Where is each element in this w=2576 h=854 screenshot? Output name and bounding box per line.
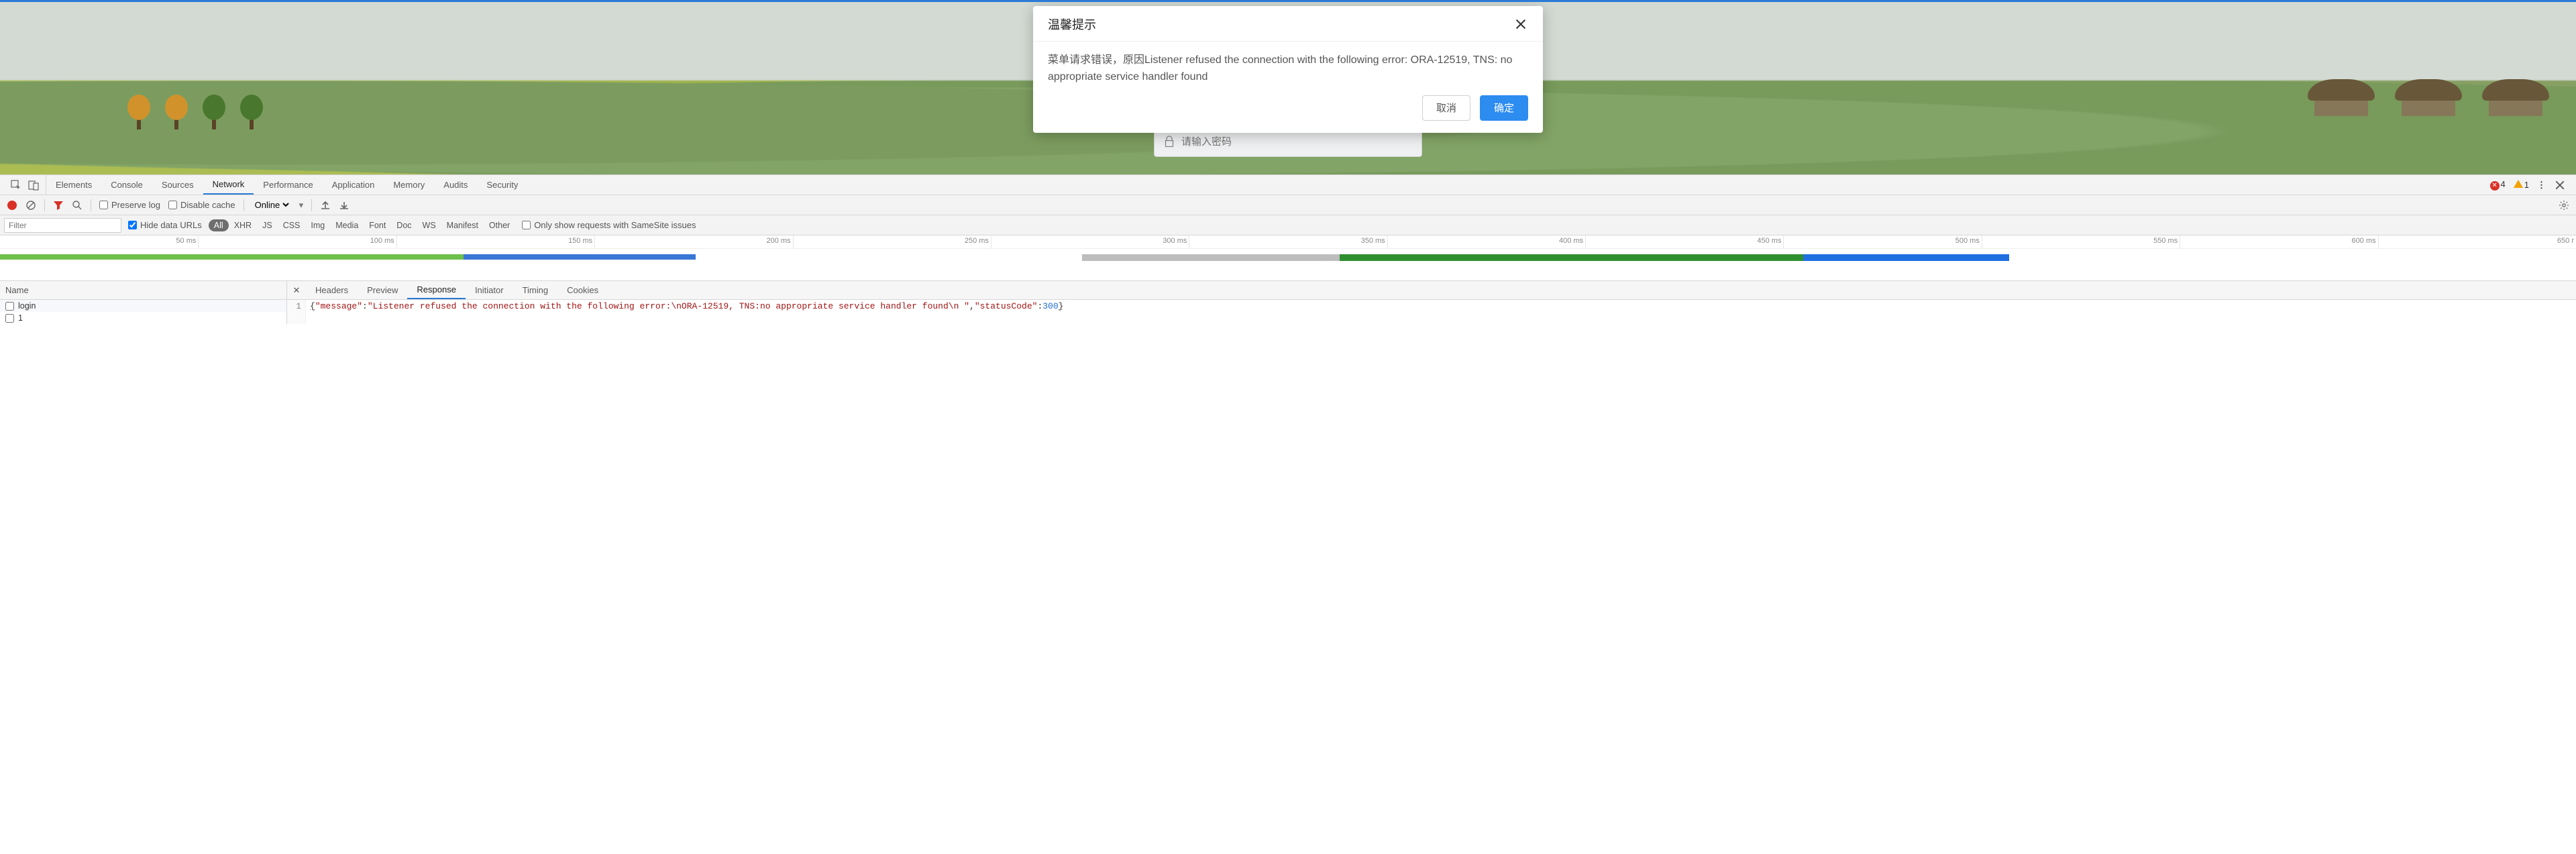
chevron-down-icon: ▾ <box>299 200 304 211</box>
close-detail-icon[interactable]: ✕ <box>287 285 306 296</box>
alert-modal: 温馨提示 菜单请求错误，原因Listener refused the conne… <box>1033 6 1543 133</box>
separator <box>44 199 45 211</box>
response-body[interactable]: 1 {"message":"Listener refused the conne… <box>287 300 2576 324</box>
type-filter-ws[interactable]: WS <box>417 219 441 231</box>
modal-title: 温馨提示 <box>1048 15 1096 33</box>
type-filter-media[interactable]: Media <box>330 219 364 231</box>
device-toolbar-icon[interactable] <box>28 180 39 191</box>
hide-data-urls-checkbox[interactable]: Hide data URLs <box>128 220 202 230</box>
request-row[interactable]: login <box>0 300 286 312</box>
detail-tab-initiator[interactable]: Initiator <box>466 281 513 299</box>
preserve-log-checkbox[interactable]: Preserve log <box>99 200 160 210</box>
separator <box>311 199 312 211</box>
devtools-tab-console[interactable]: Console <box>101 175 152 195</box>
modal-body: 菜单请求错误，原因Listener refused the connection… <box>1033 42 1543 91</box>
type-filter-other[interactable]: Other <box>484 219 515 231</box>
password-input[interactable] <box>1181 136 1412 148</box>
gear-icon[interactable] <box>2559 200 2569 211</box>
timeline-tick: 450 ms <box>1783 235 1784 248</box>
network-timeline[interactable]: 50 ms100 ms150 ms200 ms250 ms300 ms350 m… <box>0 235 2576 281</box>
type-filter-xhr[interactable]: XHR <box>229 219 257 231</box>
devtools-tab-network[interactable]: Network <box>203 175 254 195</box>
devtools-tab-memory[interactable]: Memory <box>384 175 434 195</box>
disable-cache-checkbox[interactable]: Disable cache <box>168 200 235 210</box>
request-row-checkbox[interactable] <box>5 302 14 311</box>
record-icon[interactable] <box>7 200 17 211</box>
timeline-tick: 150 ms <box>594 235 595 248</box>
type-filter-font[interactable]: Font <box>364 219 391 231</box>
devtools-lead-icons <box>4 175 46 195</box>
close-devtools-icon[interactable] <box>2555 180 2565 191</box>
close-icon[interactable] <box>1513 17 1528 32</box>
request-detail: ✕ HeadersPreviewResponseInitiatorTimingC… <box>287 281 2576 324</box>
type-filter-group: AllXHRJSCSSImgMediaFontDocWSManifestOthe… <box>209 219 515 231</box>
filter-icon[interactable] <box>53 200 64 211</box>
request-list: Name login 1 <box>0 281 287 324</box>
request-name: 1 <box>18 313 23 323</box>
timeline-tick: 50 ms <box>198 235 199 248</box>
type-filter-css[interactable]: CSS <box>278 219 306 231</box>
devtools-tab-elements[interactable]: Elements <box>46 175 101 195</box>
devtools-tabbar: ElementsConsoleSourcesNetworkPerformance… <box>0 175 2576 195</box>
error-count[interactable]: ✕4 <box>2490 179 2506 191</box>
samesite-checkbox[interactable]: Only show requests with SameSite issues <box>522 220 696 230</box>
request-list-header[interactable]: Name <box>0 281 286 300</box>
timeline-bar <box>1082 254 1340 261</box>
devtools-tab-security[interactable]: Security <box>477 175 527 195</box>
request-row-checkbox[interactable] <box>5 314 14 323</box>
type-filter-img[interactable]: Img <box>305 219 330 231</box>
detail-tab-cookies[interactable]: Cookies <box>557 281 608 299</box>
export-har-icon[interactable] <box>339 200 350 211</box>
line-gutter: 1 <box>287 300 306 324</box>
throttling-select[interactable]: Online <box>252 199 291 211</box>
lock-icon <box>1164 136 1175 147</box>
detail-tab-preview[interactable]: Preview <box>358 281 407 299</box>
search-icon[interactable] <box>72 200 83 211</box>
timeline-tick: 200 ms <box>793 235 794 248</box>
timeline-tick: 100 ms <box>396 235 397 248</box>
devtools-tab-performance[interactable]: Performance <box>254 175 322 195</box>
import-har-icon[interactable] <box>320 200 331 211</box>
timeline-bar <box>1340 254 1803 261</box>
timeline-bar <box>1803 254 2009 261</box>
webpage-area: 温馨提示 菜单请求错误，原因Listener refused the conne… <box>0 0 2576 174</box>
type-filter-doc[interactable]: Doc <box>391 219 417 231</box>
type-filter-all[interactable]: All <box>209 219 229 231</box>
filter-input[interactable] <box>4 218 121 233</box>
timeline-tick: 400 ms <box>1585 235 1586 248</box>
devtools-tab-application[interactable]: Application <box>323 175 384 195</box>
detail-tabs: ✕ HeadersPreviewResponseInitiatorTimingC… <box>287 281 2576 300</box>
type-filter-js[interactable]: JS <box>257 219 278 231</box>
network-filter-row: Hide data URLs AllXHRJSCSSImgMediaFontDo… <box>0 215 2576 235</box>
detail-tab-headers[interactable]: Headers <box>306 281 358 299</box>
kebab-menu-icon[interactable]: ⋮ <box>2537 180 2546 191</box>
request-row[interactable]: 1 <box>0 312 286 324</box>
devtools-status-right: ✕4 1 ⋮ <box>2483 179 2572 191</box>
timeline-tick: 350 ms <box>1387 235 1388 248</box>
network-toolbar: Preserve log Disable cache Online ▾ <box>0 195 2576 215</box>
modal-footer: 取消 确定 <box>1033 91 1543 133</box>
detail-tab-response[interactable]: Response <box>407 281 466 299</box>
warning-count[interactable]: 1 <box>2514 180 2529 190</box>
devtools-tab-audits[interactable]: Audits <box>434 175 477 195</box>
timeline-tick: 600 ms <box>2378 235 2379 248</box>
cancel-button[interactable]: 取消 <box>1422 95 1470 121</box>
timeline-bar <box>464 254 696 260</box>
inspect-element-icon[interactable] <box>11 180 21 191</box>
request-name: login <box>18 301 36 311</box>
detail-tab-timing[interactable]: Timing <box>513 281 558 299</box>
network-body: Name login 1 ✕ HeadersPreviewResponseInit… <box>0 281 2576 324</box>
devtools-tab-sources[interactable]: Sources <box>152 175 203 195</box>
clear-icon[interactable] <box>25 200 36 211</box>
ok-button[interactable]: 确定 <box>1480 95 1528 121</box>
type-filter-manifest[interactable]: Manifest <box>441 219 484 231</box>
modal-header: 温馨提示 <box>1033 6 1543 42</box>
response-json[interactable]: {"message":"Listener refused the connect… <box>306 300 1067 324</box>
devtools-panel: ElementsConsoleSourcesNetworkPerformance… <box>0 174 2576 324</box>
